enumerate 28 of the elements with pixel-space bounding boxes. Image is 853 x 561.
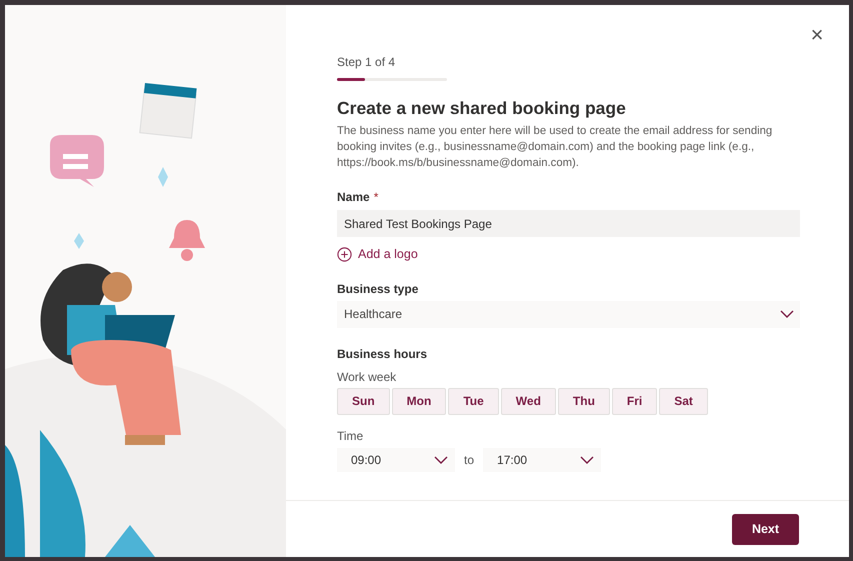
- business-hours-label: Business hours: [337, 346, 428, 362]
- business-type-label: Business type: [337, 282, 420, 297]
- next-button[interactable]: Next: [732, 514, 799, 544]
- work-week-label: Work week: [337, 370, 398, 385]
- close-button[interactable]: ×: [807, 25, 827, 45]
- plus-circle-icon: [337, 246, 352, 262]
- day-toggle[interactable]: Fri: [612, 388, 658, 415]
- day-toggle[interactable]: Sun: [337, 388, 390, 415]
- to-text: to: [464, 452, 474, 469]
- day-toggle[interactable]: Mon: [392, 388, 446, 415]
- required-mark: *: [374, 190, 378, 205]
- chevron-down-icon: [780, 310, 794, 318]
- chevron-down-icon: [580, 456, 594, 464]
- end-time-dropdown[interactable]: 17:00: [483, 448, 602, 472]
- step-label: Step 1 of 4: [337, 55, 396, 70]
- chevron-down-icon: [434, 456, 448, 464]
- day-toggle[interactable]: Tue: [448, 388, 499, 415]
- description-text: The business name you enter here will be used to create the email address for sending booking invites (e.g., businessname@domain.com) and the booking page link (e.g., https://book.ms/b/businessname@domain.com).: [337, 124, 774, 171]
- day-toggle[interactable]: Thu: [558, 388, 610, 415]
- time-label: Time: [337, 428, 364, 444]
- business-type-dropdown[interactable]: Healthcare: [337, 300, 800, 328]
- day-toggle[interactable]: Wed: [500, 388, 556, 415]
- add-logo-button[interactable]: Add a logo: [337, 245, 418, 264]
- page-title: Create a new shared booking page: [337, 97, 627, 119]
- name-input-field[interactable]: Shared Test Bookings Page: [337, 210, 800, 237]
- start-time-dropdown[interactable]: 09:00: [337, 448, 455, 472]
- day-toggle[interactable]: Sat: [659, 388, 708, 415]
- name-label: Name: [337, 190, 370, 205]
